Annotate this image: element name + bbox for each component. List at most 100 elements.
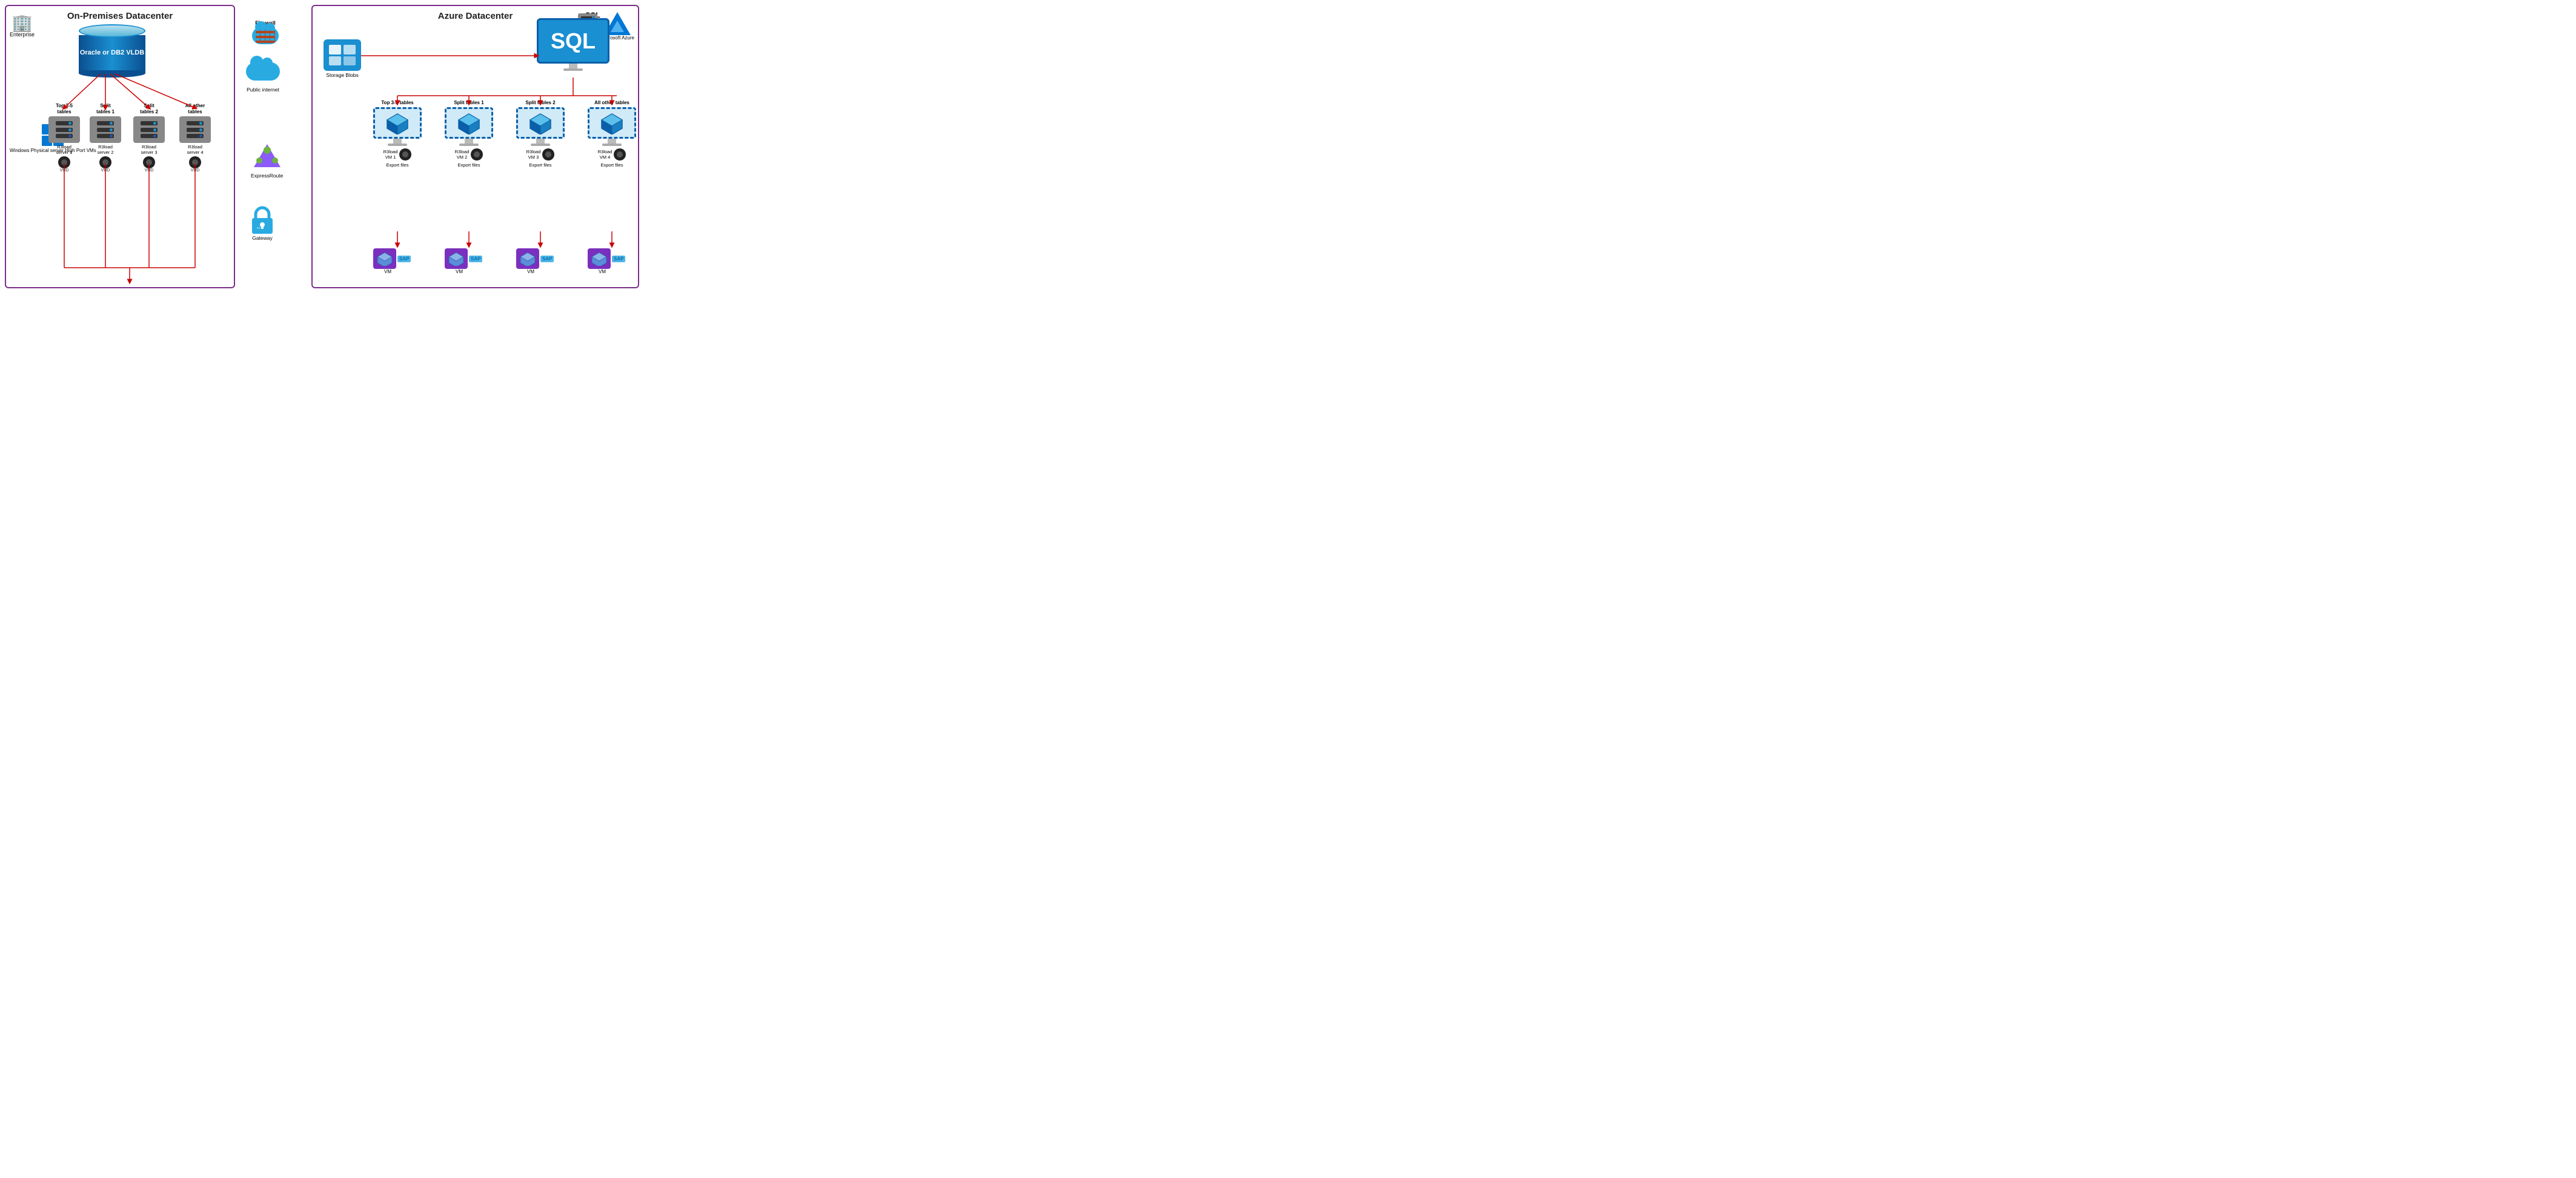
disk-icon-vm2	[471, 148, 483, 160]
r3load-vm2-label: R3loadVM 2	[455, 149, 470, 160]
server3-bottom-label: R3loadserver 3	[141, 144, 157, 155]
sql-screen: SQL	[537, 18, 609, 64]
right-monitor-group-4: All other tables R3loadVM 4 Export files	[588, 100, 636, 168]
cube-svg-2	[456, 111, 482, 134]
enterprise-icon: 🏢	[12, 15, 33, 31]
vhd-icon-1	[58, 156, 70, 168]
right-monitor2-base	[459, 144, 479, 146]
right-monitor1-base	[388, 144, 407, 146]
vm-label-2: VM	[456, 269, 463, 274]
internet-cloud	[246, 62, 280, 81]
vm-sap-group-2: SAP	[445, 248, 482, 269]
vm-sap-group-1: SAP	[373, 248, 411, 269]
public-internet-label: Public internet	[247, 87, 279, 93]
vm-cube-1	[376, 251, 393, 266]
cube-svg-1	[385, 111, 410, 134]
server-group-3: Splittables 2 R3loadserver 3 VHD	[133, 103, 165, 173]
server-icon-4	[179, 116, 211, 143]
storage-blobs-label: Storage Blobs	[326, 72, 358, 78]
storage-blobs-group: Storage Blobs	[324, 39, 361, 78]
export-files-4: Export files	[600, 162, 623, 168]
vm-sap-group-3: SAP	[516, 248, 554, 269]
r3load-vm1-label: R3loadVM 1	[383, 149, 398, 160]
cylinder-top	[79, 24, 145, 38]
sap-badge-3: SAP	[540, 256, 554, 262]
express-route-group: ExpressRoute	[251, 144, 283, 179]
right-monitor3-stand	[536, 139, 545, 144]
vhd-icon-3	[143, 156, 155, 168]
server-icon-3	[133, 116, 165, 143]
sap-badge-4: SAP	[612, 256, 625, 262]
er-dot-top	[264, 147, 271, 154]
gateway-group: ↔ Gateway	[247, 205, 277, 241]
r3load-vm1-group: R3loadVM 1	[383, 148, 412, 160]
sap-badge-2: SAP	[469, 256, 482, 262]
server-group-4: All othertables R3loadserver 4 VHD	[179, 103, 211, 173]
left-panel: On-Premises Datacenter 🏢 Enterprise Orac…	[5, 5, 235, 288]
svg-text:↔: ↔	[256, 224, 262, 231]
export-files-3: Export files	[529, 162, 551, 168]
vm-icon-4	[588, 248, 611, 269]
vm-icon-1	[373, 248, 396, 269]
vm-label-3: VM	[527, 269, 534, 274]
server2-top-label: Splittables 1	[96, 103, 115, 114]
right-monitor-group-3: Split tables 2 R3loadVM 3 Export files	[516, 100, 565, 168]
public-internet-icon	[246, 62, 280, 85]
storage-svg	[327, 43, 357, 67]
right-monitor-group-2: Split tables 1 R3loadVM 2 Export files	[445, 100, 493, 168]
disk-icon-vm1	[399, 148, 411, 160]
server1-top-label: Top 3-5tables	[56, 103, 73, 114]
vm-label-4: VM	[599, 269, 606, 274]
sql-monitor-stand	[569, 64, 577, 68]
azure-triangle-inner	[611, 21, 624, 32]
right-monitor1-stand	[393, 139, 402, 144]
right-monitor2-stand	[465, 139, 473, 144]
oracle-label: Oracle or DB2 VLDB	[80, 48, 144, 57]
er-dot-left	[256, 157, 262, 164]
gateway-label: Gateway	[252, 235, 273, 241]
right-monitor4-label: All other tables	[594, 100, 629, 105]
sql-text: SQL	[551, 28, 596, 54]
firewall-icon	[252, 27, 279, 49]
firewall-group: Firewall	[252, 20, 279, 49]
r3load-vm4-label: R3loadVM 4	[598, 149, 612, 160]
public-internet-group: Public internet	[246, 62, 280, 93]
enterprise-group: 🏢 Enterprise	[10, 15, 35, 38]
right-monitor2-screen	[445, 107, 493, 139]
vhd-label-4: VHD	[191, 168, 200, 173]
right-monitor-group-1: Top 3-5 tables R3loadVM 1 Export files	[373, 100, 422, 168]
right-monitor1-label: Top 3-5 tables	[381, 100, 413, 105]
vhd-label-2: VHD	[101, 168, 110, 173]
vm-sap-group-4: SAP	[588, 248, 625, 269]
server-group-2: Splittables 1 R3loadserver 2 VHD	[90, 103, 121, 173]
firewall-bricks	[256, 30, 275, 43]
r3load-vm3-label: R3loadVM 3	[526, 149, 541, 160]
cylinder-body: Oracle or DB2 VLDB	[79, 35, 145, 70]
server4-bottom-label: R3loadserver 4	[187, 144, 203, 155]
right-monitor3-base	[531, 144, 550, 146]
left-panel-title: On-Premises Datacenter	[11, 11, 229, 21]
server4-top-label: All othertables	[185, 103, 205, 114]
vm-cube-4	[591, 251, 608, 266]
cube-svg-4	[599, 111, 625, 134]
vhd-icon-4	[189, 156, 201, 168]
sql-monitor-base	[563, 68, 583, 71]
right-monitor3-screen	[516, 107, 565, 139]
server3-top-label: Splittables 2	[140, 103, 158, 114]
disk-icon-vm3	[542, 148, 554, 160]
server1-bottom-label: R3loadserver 1	[56, 144, 72, 155]
enterprise-label: Enterprise	[10, 31, 35, 38]
oracle-db-group: Oracle or DB2 VLDB	[79, 24, 145, 78]
right-panel: Azure Datacenter SQL Server VM Microsoft…	[311, 5, 639, 288]
right-monitor2-label: Split tables 1	[454, 100, 483, 105]
server-icon-2	[90, 116, 121, 143]
vm-label-1: VM	[384, 269, 391, 274]
sql-monitor-group: SQL	[537, 18, 609, 71]
main-container: On-Premises Datacenter 🏢 Enterprise Orac…	[0, 0, 644, 294]
right-monitor4-base	[602, 144, 622, 146]
right-monitor1-screen	[373, 107, 422, 139]
middle-section: Firewall Public internet	[240, 5, 307, 290]
export-files-2: Export files	[457, 162, 480, 168]
gateway-icon: ↔	[247, 205, 277, 235]
sap-badge-1: SAP	[397, 256, 411, 262]
